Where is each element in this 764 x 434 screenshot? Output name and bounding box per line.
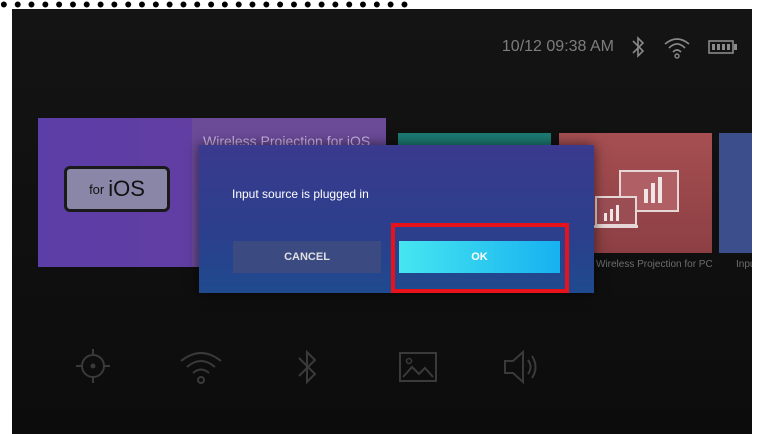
ios-icon-ios-text: iOS <box>108 176 145 201</box>
datetime: 10/12 09:38 AM <box>501 38 614 55</box>
ios-icon-for-text: for <box>89 181 105 197</box>
tile-pc-label: Wireless Projection for PC <box>596 259 713 270</box>
bottom-quick-bar <box>12 347 752 397</box>
image-icon[interactable] <box>397 347 439 392</box>
bluetooth-icon[interactable] <box>294 347 320 392</box>
volume-icon[interactable] <box>501 347 541 392</box>
wifi-icon <box>662 35 692 59</box>
status-bar: 10/12 09:38 AM <box>502 35 738 59</box>
wifi-icon[interactable] <box>178 347 224 392</box>
brightness-icon[interactable] <box>74 347 112 390</box>
dialog-message: Input source is plugged in <box>232 187 369 201</box>
tile-input-label: Input <box>736 259 752 270</box>
projector-screen: 10/12 09:38 AM Wireless Projection for i… <box>12 9 752 434</box>
tile-input[interactable] <box>719 133 752 253</box>
battery-icon <box>708 39 738 55</box>
bluetooth-icon <box>630 35 646 59</box>
presentation-chart-icon <box>594 170 679 228</box>
ios-icon: for iOS <box>64 166 170 212</box>
cancel-button[interactable]: CANCEL <box>233 241 381 273</box>
ok-button-highlight <box>391 223 569 293</box>
